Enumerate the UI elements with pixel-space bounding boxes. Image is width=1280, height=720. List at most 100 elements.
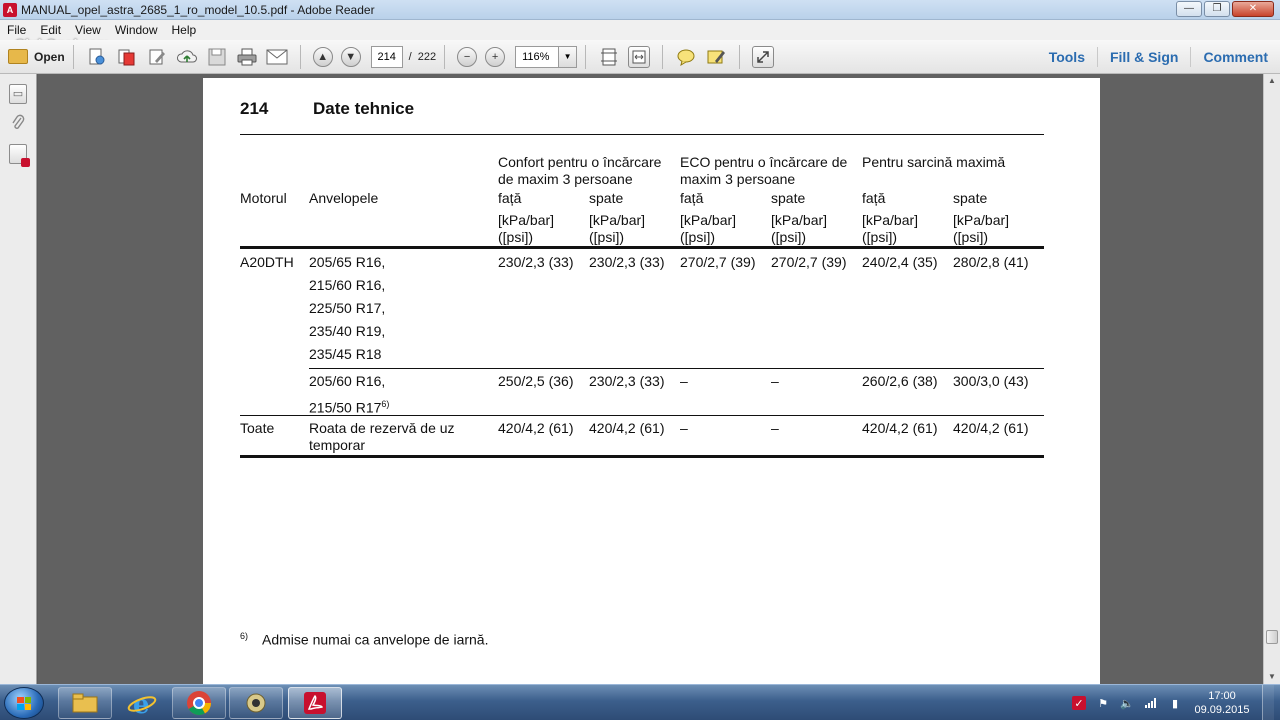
pressure-value: – [771,420,779,436]
page-number-label: 214 [240,99,269,118]
combine-files-icon[interactable] [116,46,138,68]
unit-label: [kPa/bar] ([psi]) [953,212,1010,245]
taskbar-explorer[interactable] [58,687,112,719]
chrome-icon [187,691,211,716]
toolbar-divider [299,44,301,69]
network-icon[interactable] [1144,696,1158,710]
pressure-value: – [680,420,688,436]
windows-logo-icon [17,697,31,710]
battery-icon[interactable]: ▮ [1168,696,1182,710]
page-header: 214 Date tehnice [240,99,414,119]
subheader-front: față [862,190,886,206]
signatures-icon[interactable] [9,144,30,167]
comment-link[interactable]: Comment [1190,47,1280,67]
pressure-value: 270/2,7 (39) [680,254,756,270]
pressure-value: 230/2,3 (33) [589,254,665,270]
toolbar-right-panel: Tools Fill & Sign Comment [1037,40,1280,74]
highlight-icon[interactable] [705,46,727,68]
scroll-down-arrow[interactable]: ▼ [1267,672,1277,682]
page-number-input[interactable]: 214 [370,45,403,68]
folder-icon [8,49,28,64]
pressure-value: – [680,373,688,389]
table-header-rule [240,246,1044,249]
taskbar-media-app[interactable] [229,687,283,719]
page-separator: / [408,50,412,63]
clock-date: 09.09.2015 [1194,704,1250,716]
scroll-thumb[interactable] [1266,630,1278,644]
column-header-engine: Motorul [240,190,287,206]
flag-icon[interactable]: ⚑ [1096,696,1110,710]
minimize-button[interactable]: — [1176,1,1202,17]
open-button[interactable]: Open [8,49,65,64]
taskbar-chrome[interactable] [172,687,226,719]
row-divider [309,368,1044,369]
show-desktop-button[interactable] [1262,685,1274,720]
scroll-up-arrow[interactable]: ▲ [1267,76,1277,86]
open-label: Open [34,49,65,64]
tyre-size: 205/60 R16, [309,373,386,389]
title-bar: A MANUAL_opel_astra_2685_1_ro_model_10.5… [0,0,1280,20]
menu-view[interactable]: View [68,23,108,37]
start-button[interactable] [4,687,44,719]
pressure-value: 420/4,2 (61) [862,420,938,436]
next-page-button[interactable]: ▼ [340,46,361,67]
media-app-icon [246,693,266,713]
comment-bubble-icon[interactable] [675,46,697,68]
volume-icon[interactable]: 🔈 [1120,696,1134,710]
zoom-value[interactable]: 116% [515,45,560,68]
toolbar-divider [72,44,74,69]
maximize-button[interactable]: ❐ [1204,1,1230,17]
tyre-size: 215/60 R16, [309,277,386,293]
pressure-value: 420/4,2 (61) [589,420,665,436]
unit-label: [kPa/bar] ([psi]) [589,212,646,245]
pressure-value: 420/4,2 (61) [953,420,1029,436]
close-button[interactable]: ✕ [1232,1,1274,17]
engine-cell: A20DTH [240,254,294,270]
internet-explorer-icon: e [127,690,157,717]
faded-taskbar-overlay [344,685,1044,720]
subheader-rear: spate [589,190,624,206]
document-view[interactable]: 214 Date tehnice Confort pentru o încărc… [38,74,1263,684]
edit-pdf-icon[interactable] [146,46,168,68]
menu-edit[interactable]: Edit [33,23,68,37]
toolbar-divider [585,44,587,69]
zoom-dropdown-arrow[interactable]: ▼ [559,45,578,68]
toolbar-divider [739,44,741,69]
vertical-scrollbar[interactable]: ▲ ▼ [1263,74,1280,684]
footnote: 6) Admise numai ca anvelope de iarnă. [240,631,488,648]
menu-file[interactable]: File [0,23,33,37]
pressure-value: 230/2,3 (33) [589,373,665,389]
navigation-panel: ▭ [0,74,37,684]
cloud-upload-icon[interactable] [176,46,198,68]
zoom-select[interactable]: 116% ▼ [515,45,578,68]
subheader-front: față [498,190,522,206]
pressure-value: – [771,373,779,389]
fit-width-icon[interactable] [628,45,651,68]
pressure-value: 280/2,8 (41) [953,254,1029,270]
fill-sign-link[interactable]: Fill & Sign [1096,47,1190,67]
save-icon[interactable] [206,46,228,68]
svg-text:e: e [133,690,150,717]
footnote-mark: 6) [240,631,249,641]
pressure-value: 270/2,7 (39) [771,254,847,270]
email-icon[interactable] [266,46,288,68]
page-thumbnails-icon[interactable]: ▭ [9,84,27,104]
attachments-icon[interactable] [9,114,27,134]
menu-window[interactable]: Window [108,23,165,37]
menu-help[interactable]: Help [165,23,204,37]
zoom-in-button[interactable]: + [485,46,506,67]
taskbar-adobe-reader[interactable] [288,687,342,719]
adobe-reader-window: A MANUAL_opel_astra_2685_1_ro_model_10.5… [0,0,1280,720]
zoom-out-button[interactable]: − [457,46,478,67]
tyre-size: 235/40 R19, [309,323,386,339]
create-pdf-icon[interactable] [86,46,108,68]
previous-page-button[interactable]: ▲ [312,46,333,67]
print-icon[interactable] [236,46,258,68]
fit-page-icon[interactable] [598,46,620,68]
column-header-tyres: Anvelopele [309,190,379,206]
taskbar-internet-explorer[interactable]: e [115,687,169,719]
tools-link[interactable]: Tools [1037,47,1097,67]
adobe-tray-icon[interactable]: ✓ [1072,696,1086,710]
taskbar-clock[interactable]: 17:00 09.09.2015 [1192,689,1252,717]
expand-icon[interactable] [752,45,775,68]
